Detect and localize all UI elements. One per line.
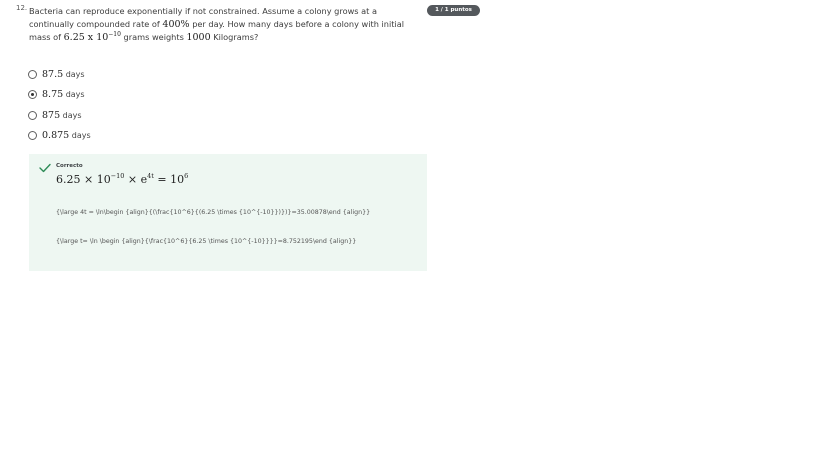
option-unit: days [69, 131, 91, 141]
feedback-equation: 6.25 × 10−10 × e4t = 106 [56, 173, 188, 186]
option-value: 8.75 [42, 89, 64, 101]
option-value: 87.5 [42, 68, 64, 80]
equation-eq: = 10 [153, 173, 185, 186]
radio-button[interactable] [28, 131, 37, 141]
question-number: 12. [16, 4, 28, 12]
feedback-status: Correcto [56, 163, 83, 169]
option-label[interactable]: 8.75 days [42, 89, 85, 100]
checkmark-icon [39, 163, 51, 173]
answer-option[interactable]: 875 days [28, 105, 91, 126]
equation-exp-3: 6 [184, 172, 189, 180]
option-label[interactable]: 87.5 days [42, 69, 85, 80]
option-value: 0.875 [42, 130, 70, 142]
initial-mass-times: x [84, 32, 97, 43]
option-unit: days [63, 90, 85, 100]
score-badge: 1 / 1 puntos [427, 5, 480, 16]
initial-mass-coeff: 6.25 [63, 32, 85, 43]
equation-exp-2: 4t [147, 172, 154, 180]
latex-step-1: {\large 4t = \ln\begin {align}{(\frac{10… [56, 209, 371, 216]
target-mass: 1000 [186, 32, 211, 43]
equation-mid: × e [124, 173, 148, 186]
option-unit: days [63, 69, 85, 79]
latex-step-2: {\large t= \ln \begin {align}{\frac{10^6… [56, 238, 357, 245]
equation-coeff: 6.25 × 10 [56, 173, 111, 186]
prompt-text-4: Kilograms? [210, 32, 259, 42]
initial-mass-exponent: −10 [108, 31, 121, 38]
feedback-panel: Correcto 6.25 × 10−10 × e4t = 106 {\larg… [29, 154, 427, 271]
answer-option[interactable]: 0.875 days [28, 126, 91, 147]
radio-button-checked[interactable] [28, 90, 37, 100]
question-prompt: Bacteria can reproduce exponentially if … [29, 5, 414, 45]
initial-mass-base: 10 [96, 32, 109, 43]
answer-options: 87.5 days 8.75 days 875 days 0.875 days [28, 64, 91, 146]
radio-button[interactable] [28, 69, 37, 79]
initial-mass: 6.25 x 10−10 [63, 31, 121, 44]
prompt-text-3: grams weights [120, 32, 187, 42]
answer-option[interactable]: 87.5 days [28, 64, 91, 85]
radio-button[interactable] [28, 110, 37, 120]
equation-exp-1: −10 [110, 172, 125, 180]
option-unit: days [60, 110, 82, 120]
option-value: 875 [42, 109, 61, 121]
growth-rate: 400% [162, 18, 190, 30]
answer-option-selected[interactable]: 8.75 days [28, 85, 91, 106]
option-label[interactable]: 0.875 days [42, 130, 91, 141]
option-label[interactable]: 875 days [42, 110, 82, 121]
